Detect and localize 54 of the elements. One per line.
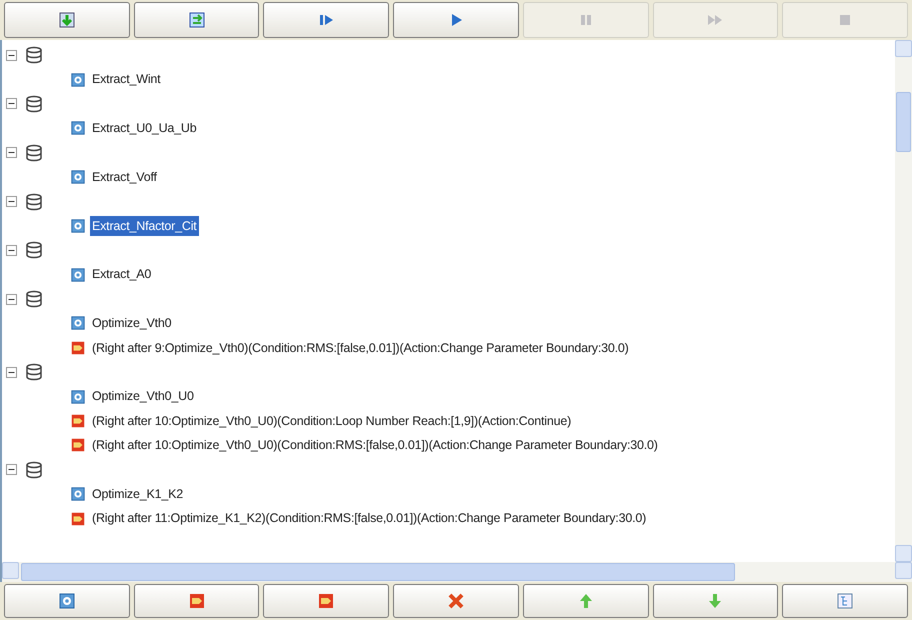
gear-icon [70,169,86,186]
database-icon [25,46,43,64]
database-icon [25,460,43,479]
gear-icon [70,486,86,502]
collapse-icon[interactable] [6,196,17,208]
tree-item[interactable]: Optimize_K1_K2 [90,484,185,505]
toolbar-button[interactable] [393,2,519,38]
scrollbar-thumb[interactable] [896,92,911,152]
convert-icon [188,11,206,29]
scrollbar-thumb[interactable] [21,563,735,581]
database-icon [25,144,43,162]
database-icon [25,241,43,260]
collapse-icon[interactable] [6,464,17,476]
tree-icon [836,592,854,610]
toolbar-button[interactable] [134,584,260,618]
gear-icon [70,72,86,88]
gear-icon [70,218,86,234]
collapse-icon[interactable] [6,366,17,378]
gear-icon [70,120,86,136]
toolbar-button[interactable] [4,584,130,618]
tree-item[interactable]: Extract_Wint [90,69,162,90]
toolbar-button[interactable] [393,584,519,618]
tree-item[interactable]: (Right after 10:Optimize_Vth0_U0)(Condition:Loop Number Reach:[1,9])(Action:Continue) [90,410,574,432]
gear-icon [70,388,86,405]
delete-icon [447,592,466,610]
collapse-icon[interactable] [6,294,17,305]
tree-item[interactable]: Optimize_Vth0 [90,313,174,334]
tree-item[interactable]: (Right after 9:Optimize_Vth0)(Condition:RMS:[false,0.01])(Action:Change Parameter Boundary:30.0) [90,338,631,358]
tree-item[interactable]: Optimize_Vth0_U0 [90,386,196,408]
toolbar-button[interactable] [263,2,390,38]
database-icon [25,192,43,211]
toolbar-button[interactable] [4,2,130,38]
tree-item[interactable]: Extract_Voff [90,166,159,188]
toolbar-button[interactable] [652,584,778,618]
tree-item[interactable]: (Right after 10:Optimize_Vth0_U0)(Condition:RMS:[false,0.01])(Action:Change Parameter Boundary:30.0) [90,435,660,456]
toolbar-button[interactable] [782,584,908,618]
toolbar-button[interactable] [263,584,390,618]
database-icon [25,94,43,113]
toolbar-button[interactable] [522,584,649,618]
gear-icon [70,266,86,283]
gear-icon [70,315,86,332]
collapse-icon[interactable] [6,50,17,61]
gear-icon [58,592,76,610]
toolbar-button[interactable] [134,2,260,38]
tree-item[interactable]: Extract_Nfactor_Cit [90,216,199,236]
tree-item[interactable]: (Right after 11:Optimize_K1_K2)(Condition:RMS:[false,0.01])(Action:Change Parameter Boundary:30.0) [90,508,648,529]
collapse-icon[interactable] [6,244,17,256]
import-icon [58,11,76,29]
collapse-icon[interactable] [6,98,17,110]
database-icon [25,363,43,382]
tree-item[interactable]: Extract_A0 [90,264,154,286]
tree-item[interactable]: Extract_U0_Ua_Ub [90,118,198,139]
collapse-icon[interactable] [6,147,17,158]
database-icon [25,290,43,308]
